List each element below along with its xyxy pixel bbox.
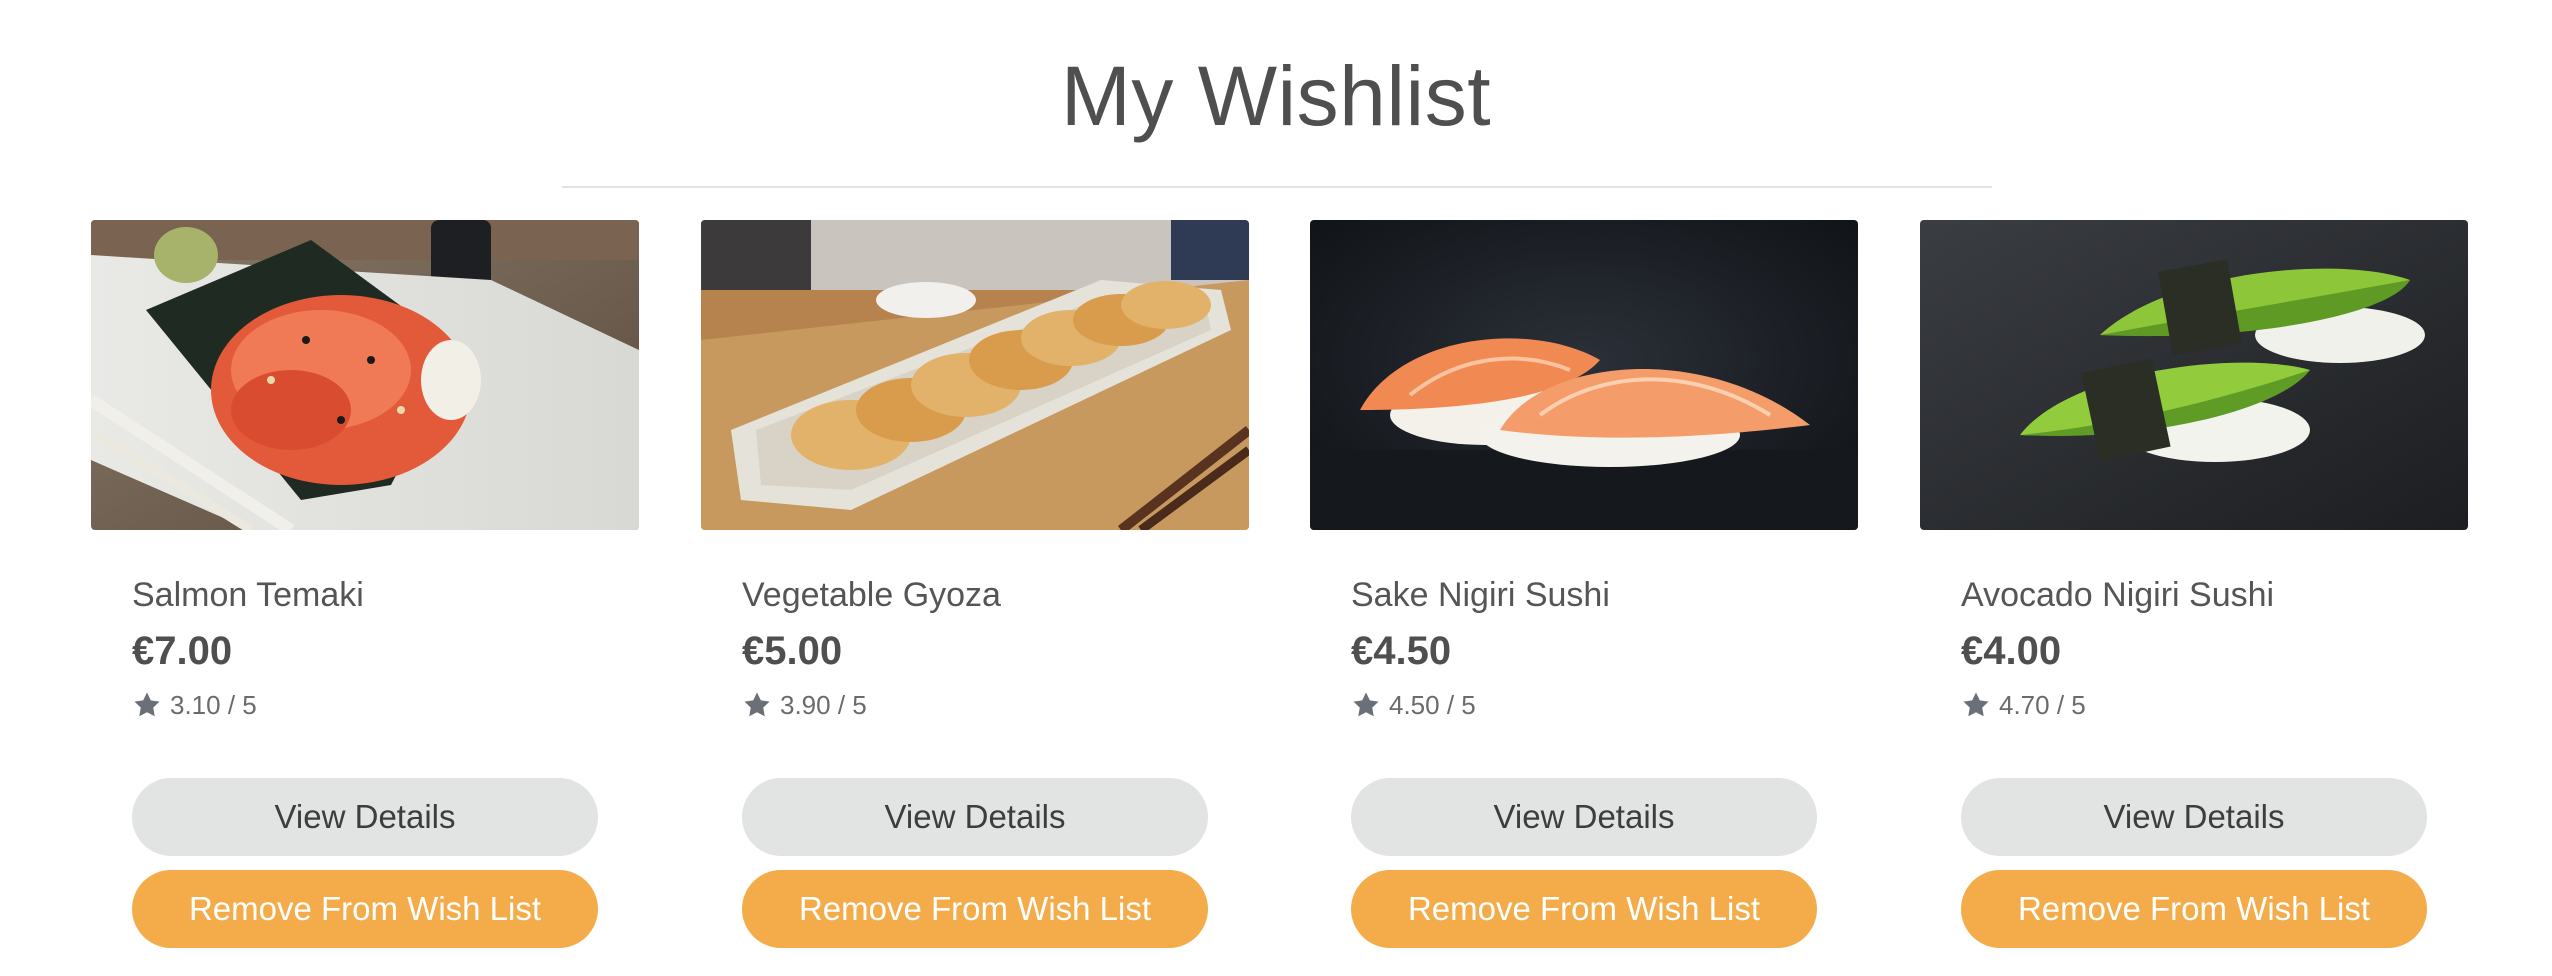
wishlist-page: My Wishlist Salmon Temaki €7.00 3.10 / 5… xyxy=(0,0,2552,976)
title-divider xyxy=(562,186,1992,188)
item-name: Vegetable Gyoza xyxy=(742,576,1001,614)
wishlist-card-sake-nigiri-sushi: Sake Nigiri Sushi €4.50 4.50 / 5 View De… xyxy=(1310,220,1858,948)
rating-value: 3.90 / 5 xyxy=(780,689,867,720)
remove-from-wishlist-button[interactable]: Remove From Wish List xyxy=(1351,870,1817,948)
rating-value: 4.50 / 5 xyxy=(1389,689,1476,720)
item-price: €4.00 xyxy=(1961,629,2062,673)
remove-from-wishlist-button[interactable]: Remove From Wish List xyxy=(1961,870,2427,948)
remove-from-wishlist-button[interactable]: Remove From Wish List xyxy=(742,870,1208,948)
item-rating: 4.70 / 5 xyxy=(1961,687,2468,723)
item-price: €5.00 xyxy=(742,629,843,673)
view-details-button[interactable]: View Details xyxy=(742,778,1208,856)
product-image[interactable] xyxy=(1920,220,2468,530)
item-name: Avocado Nigiri Sushi xyxy=(1961,576,2275,614)
wishlist-card-vegetable-gyoza: Vegetable Gyoza €5.00 3.90 / 5 View Deta… xyxy=(701,220,1249,948)
product-image[interactable] xyxy=(1310,220,1858,530)
star-icon xyxy=(1963,692,1989,717)
view-details-button[interactable]: View Details xyxy=(132,778,598,856)
wishlist-card-salmon-temaki: Salmon Temaki €7.00 3.10 / 5 View Detail… xyxy=(91,220,639,948)
item-name: Salmon Temaki xyxy=(132,576,364,614)
wishlist-card-avocado-nigiri-sushi: Avocado Nigiri Sushi €4.00 4.70 / 5 View… xyxy=(1920,220,2468,948)
star-icon xyxy=(744,692,770,717)
item-rating: 3.10 / 5 xyxy=(132,687,639,723)
rating-value: 3.10 / 5 xyxy=(170,689,257,720)
view-details-button[interactable]: View Details xyxy=(1351,778,1817,856)
remove-from-wishlist-button[interactable]: Remove From Wish List xyxy=(132,870,598,948)
item-price: €4.50 xyxy=(1351,629,1452,673)
item-rating: 4.50 / 5 xyxy=(1351,687,1858,723)
star-icon xyxy=(1353,692,1379,717)
product-image[interactable] xyxy=(701,220,1249,530)
view-details-button[interactable]: View Details xyxy=(1961,778,2427,856)
page-title: My Wishlist xyxy=(1060,49,1492,143)
rating-value: 4.70 / 5 xyxy=(1999,689,2086,720)
item-rating: 3.90 / 5 xyxy=(742,687,1249,723)
item-price: €7.00 xyxy=(132,629,233,673)
product-image[interactable] xyxy=(91,220,639,530)
item-name: Sake Nigiri Sushi xyxy=(1351,576,1610,614)
star-icon xyxy=(134,692,160,717)
